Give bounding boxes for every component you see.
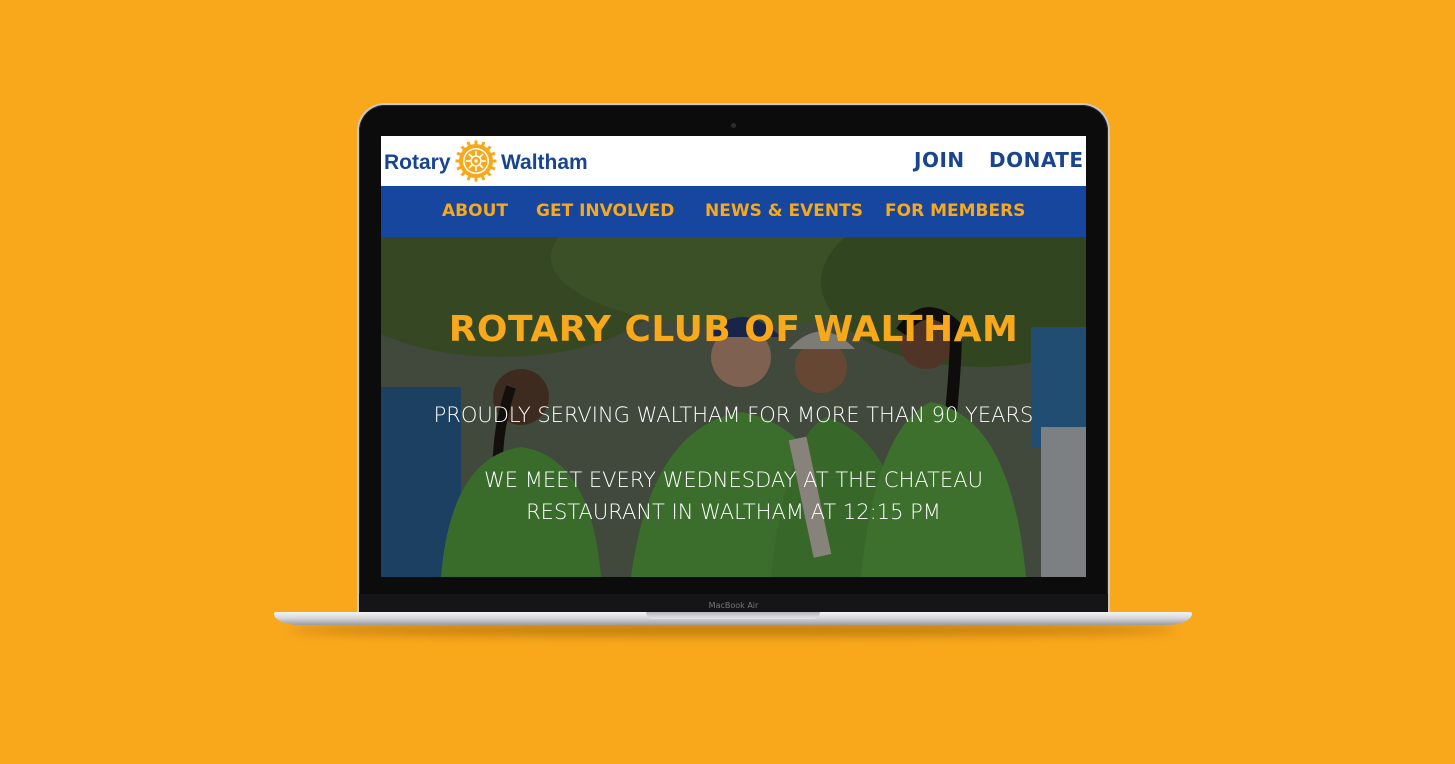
nav-item-news-events[interactable]: NEWS & EVENTS [705,201,863,221]
logo-waltham-text: Waltham [501,151,588,174]
meeting-info-line-2: RESTAURANT IN WALTHAM AT 12:15 PM [526,500,941,524]
join-link[interactable]: JOIN [914,148,965,172]
meeting-info-line-1: WE MEET EVERY WEDNESDAY AT THE CHATEAU [484,468,983,492]
laptop-notch [646,612,820,619]
main-nav: ABOUT GET INVOLVED NEWS & EVENTS FOR MEM… [381,186,1086,237]
camera-icon [731,123,736,128]
site-header: Rotary Waltham JOIN DONATE [381,136,1086,186]
rotary-waltham-logo[interactable]: Rotary Waltham [384,140,604,182]
donate-link[interactable]: DONATE [989,148,1084,172]
hero-title: ROTARY CLUB OF WALTHAM [448,309,1019,350]
device-label: MacBook Air [708,601,759,610]
logo-rotary-text: Rotary [384,151,451,174]
nav-item-for-members[interactable]: FOR MEMBERS [885,201,1025,221]
hero-subtitle: PROUDLY SERVING WALTHAM FOR MORE THAN 90… [433,403,1034,427]
nav-item-about[interactable]: ABOUT [442,201,508,221]
laptop-shadow [290,624,1176,636]
rotary-wheel-icon [455,140,497,182]
meeting-info: WE MEET EVERY WEDNESDAY AT THE CHATEAU R… [381,464,1086,528]
hero-banner: ROTARY CLUB OF WALTHAM PROUDLY SERVING W… [381,237,1086,577]
nav-item-get-involved[interactable]: GET INVOLVED [536,201,674,221]
website-screen: Rotary Waltham JOIN DONATE ABOUT GET INV… [381,136,1086,577]
